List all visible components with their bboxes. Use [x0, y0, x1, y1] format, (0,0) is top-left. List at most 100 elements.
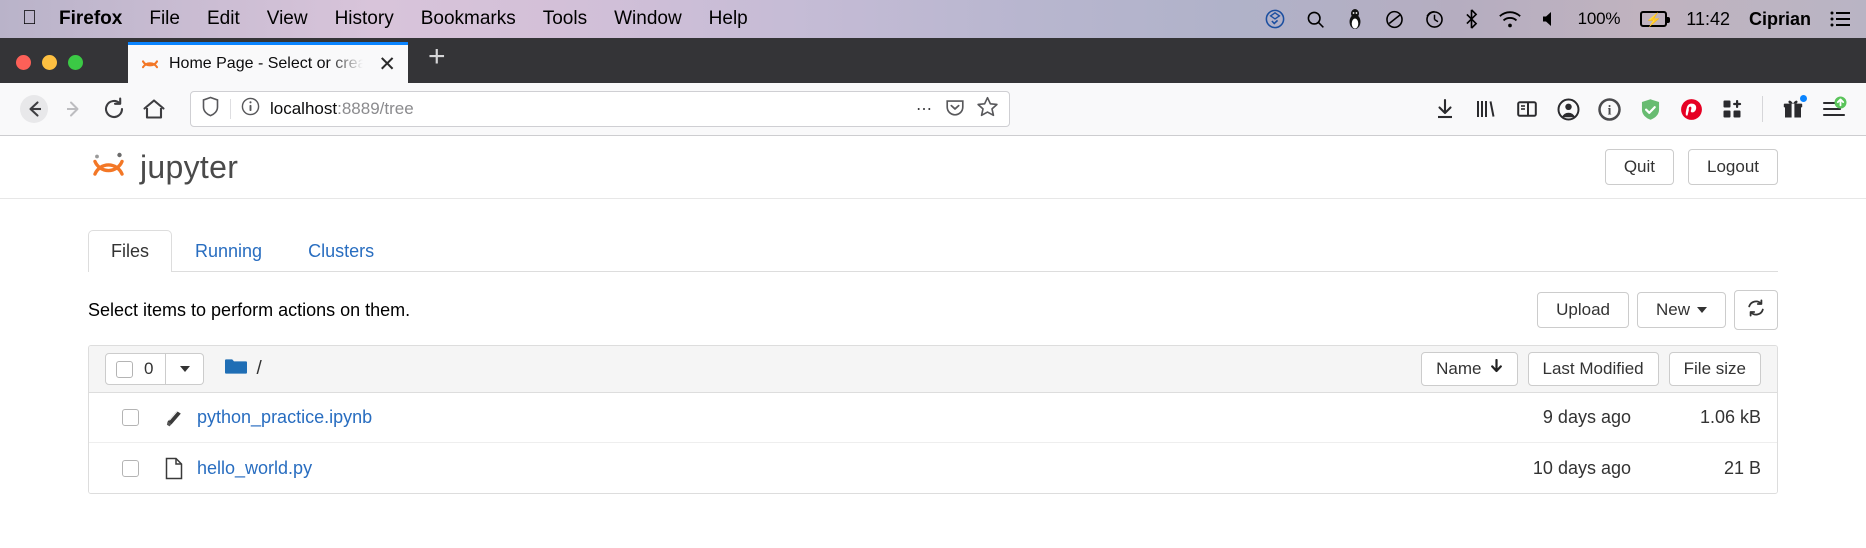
svg-text:i: i — [1607, 102, 1611, 117]
url-text[interactable]: localhost:8889/tree — [270, 99, 906, 119]
tab-files[interactable]: Files — [88, 230, 173, 272]
row-checkbox[interactable] — [122, 459, 139, 477]
folder-icon — [224, 357, 248, 381]
os-menu-tools[interactable]: Tools — [543, 8, 587, 30]
os-menu-bookmarks[interactable]: Bookmarks — [421, 8, 516, 30]
breadcrumb[interactable]: / — [224, 357, 262, 381]
upload-button[interactable]: Upload — [1537, 291, 1629, 329]
jupyter-header-buttons: Quit Logout — [1604, 148, 1778, 186]
pocket-icon[interactable] — [944, 96, 966, 123]
volume-icon[interactable] — [1541, 9, 1559, 29]
browser-tab-title: Home Page - Select or create a — [169, 55, 367, 72]
checkbox-icon[interactable] — [116, 360, 133, 378]
file-list-header: 0 / Name Last Modified File size — [89, 346, 1777, 393]
row-checkbox[interactable] — [122, 409, 139, 426]
search-icon[interactable] — [1305, 9, 1326, 30]
os-menu-history[interactable]: History — [335, 8, 394, 30]
jupyter-body: Files Running Clusters Select items to p… — [0, 229, 1866, 494]
selection-dropdown-button[interactable] — [166, 353, 205, 385]
maximize-window-button[interactable] — [68, 55, 83, 70]
pinterest-icon[interactable] — [1673, 91, 1709, 127]
caret-down-icon — [179, 366, 190, 372]
file-name-link[interactable]: hello_world.py — [197, 458, 312, 479]
jupyter-logo-text: jupyter — [140, 148, 239, 185]
tab-clusters[interactable]: Clusters — [285, 230, 397, 272]
dropbox-icon[interactable] — [1264, 8, 1286, 30]
refresh-button[interactable] — [1734, 289, 1778, 331]
url-divider — [230, 99, 231, 119]
jupyter-header: jupyter Quit Logout — [0, 136, 1866, 199]
time-machine-icon[interactable] — [1424, 9, 1445, 30]
sidebar-icon[interactable] — [1509, 91, 1545, 127]
file-size: 21 B — [1723, 457, 1761, 478]
select-group: 0 — [105, 353, 205, 385]
wifi-icon[interactable] — [1498, 9, 1522, 29]
os-menu-file[interactable]: File — [149, 8, 180, 30]
table-row[interactable]: python_practice.ipynb 9 days ago 1.06 kB — [89, 393, 1777, 443]
ellipsis-icon[interactable]: ⋯ — [916, 99, 934, 119]
adguard-shield-icon[interactable] — [1632, 91, 1668, 127]
menu-hamburger-icon[interactable] — [1816, 91, 1852, 127]
account-icon[interactable] — [1550, 91, 1586, 127]
logout-button[interactable]: Logout — [1688, 148, 1778, 186]
gift-icon[interactable] — [1775, 91, 1811, 127]
home-icon[interactable] — [134, 89, 174, 129]
os-menu-firefox[interactable]: Firefox — [59, 8, 122, 30]
list-menu-icon[interactable] — [1830, 10, 1852, 28]
breadcrumb-root[interactable]: / — [256, 358, 261, 380]
column-file-size[interactable]: File size — [1668, 352, 1761, 386]
shield-icon[interactable] — [201, 96, 220, 122]
file-name-link[interactable]: python_practice.ipynb — [197, 407, 372, 428]
select-all-checkbox[interactable]: 0 — [105, 353, 167, 385]
jupyter-favicon — [140, 54, 160, 74]
column-headers: Name Last Modified File size — [1421, 352, 1761, 386]
os-menu-items: Firefox File Edit View History Bookmarks… — [59, 8, 748, 30]
file-modified: 9 days ago — [1542, 407, 1631, 427]
bluetooth-icon[interactable] — [1464, 8, 1479, 30]
os-menu-view[interactable]: View — [267, 8, 308, 30]
info-badge-icon[interactable]: i — [1591, 91, 1627, 127]
table-row[interactable]: hello_world.py 10 days ago 21 B — [89, 443, 1777, 493]
clock-label[interactable]: 11:42 — [1686, 9, 1730, 30]
library-icon[interactable] — [1468, 91, 1504, 127]
url-path: :8889/tree — [337, 99, 414, 118]
info-circle-icon[interactable] — [241, 97, 260, 121]
os-menu-window[interactable]: Window — [614, 8, 682, 30]
minimize-window-button[interactable] — [42, 55, 57, 70]
jupyter-logo[interactable]: jupyter — [88, 144, 238, 191]
os-menu-edit[interactable]: Edit — [207, 8, 240, 30]
user-name-label[interactable]: Ciprian — [1749, 9, 1811, 30]
close-window-button[interactable] — [16, 55, 31, 70]
file-list: 0 / Name Last Modified File size python_… — [88, 345, 1778, 494]
battery-percent-label: 100% — [1577, 9, 1621, 28]
download-icon[interactable] — [1427, 91, 1463, 127]
apple-logo-icon[interactable]:  — [22, 8, 37, 28]
arrow-right-icon — [54, 89, 94, 129]
browser-nav-toolbar: localhost:8889/tree ⋯ i — [0, 83, 1866, 136]
jupyter-page: jupyter Quit Logout Files Running Cluste… — [0, 136, 1866, 548]
penguin-icon[interactable] — [1345, 8, 1365, 30]
selection-hint: Select items to perform actions on them. — [88, 299, 411, 320]
os-menu-help[interactable]: Help — [709, 8, 748, 30]
tab-running[interactable]: Running — [172, 230, 285, 272]
new-tab-button[interactable]: + — [408, 42, 446, 83]
quit-button[interactable]: Quit — [1604, 148, 1674, 186]
chevron-down-icon — [1697, 307, 1707, 314]
browser-tab[interactable]: Home Page - Select or create a ✕ — [128, 42, 408, 83]
notification-badge — [1799, 94, 1808, 103]
star-icon[interactable] — [976, 95, 999, 123]
column-name[interactable]: Name — [1421, 352, 1518, 386]
new-button[interactable]: New — [1636, 291, 1726, 329]
extension-add-icon[interactable] — [1714, 91, 1750, 127]
notebook-icon — [163, 407, 185, 429]
arrow-left-icon[interactable] — [14, 89, 54, 129]
toolbar-divider — [1762, 96, 1763, 122]
url-bar[interactable]: localhost:8889/tree ⋯ — [190, 91, 1010, 127]
battery-charging-icon[interactable]: ⚡ — [1640, 11, 1671, 27]
close-icon[interactable]: ✕ — [376, 54, 398, 75]
reload-icon[interactable] — [94, 89, 134, 129]
column-last-modified[interactable]: Last Modified — [1527, 352, 1659, 386]
file-icon — [163, 457, 185, 480]
no-entry-icon[interactable] — [1384, 9, 1405, 30]
browser-tab-strip: Home Page - Select or create a ✕ + — [0, 38, 1866, 83]
